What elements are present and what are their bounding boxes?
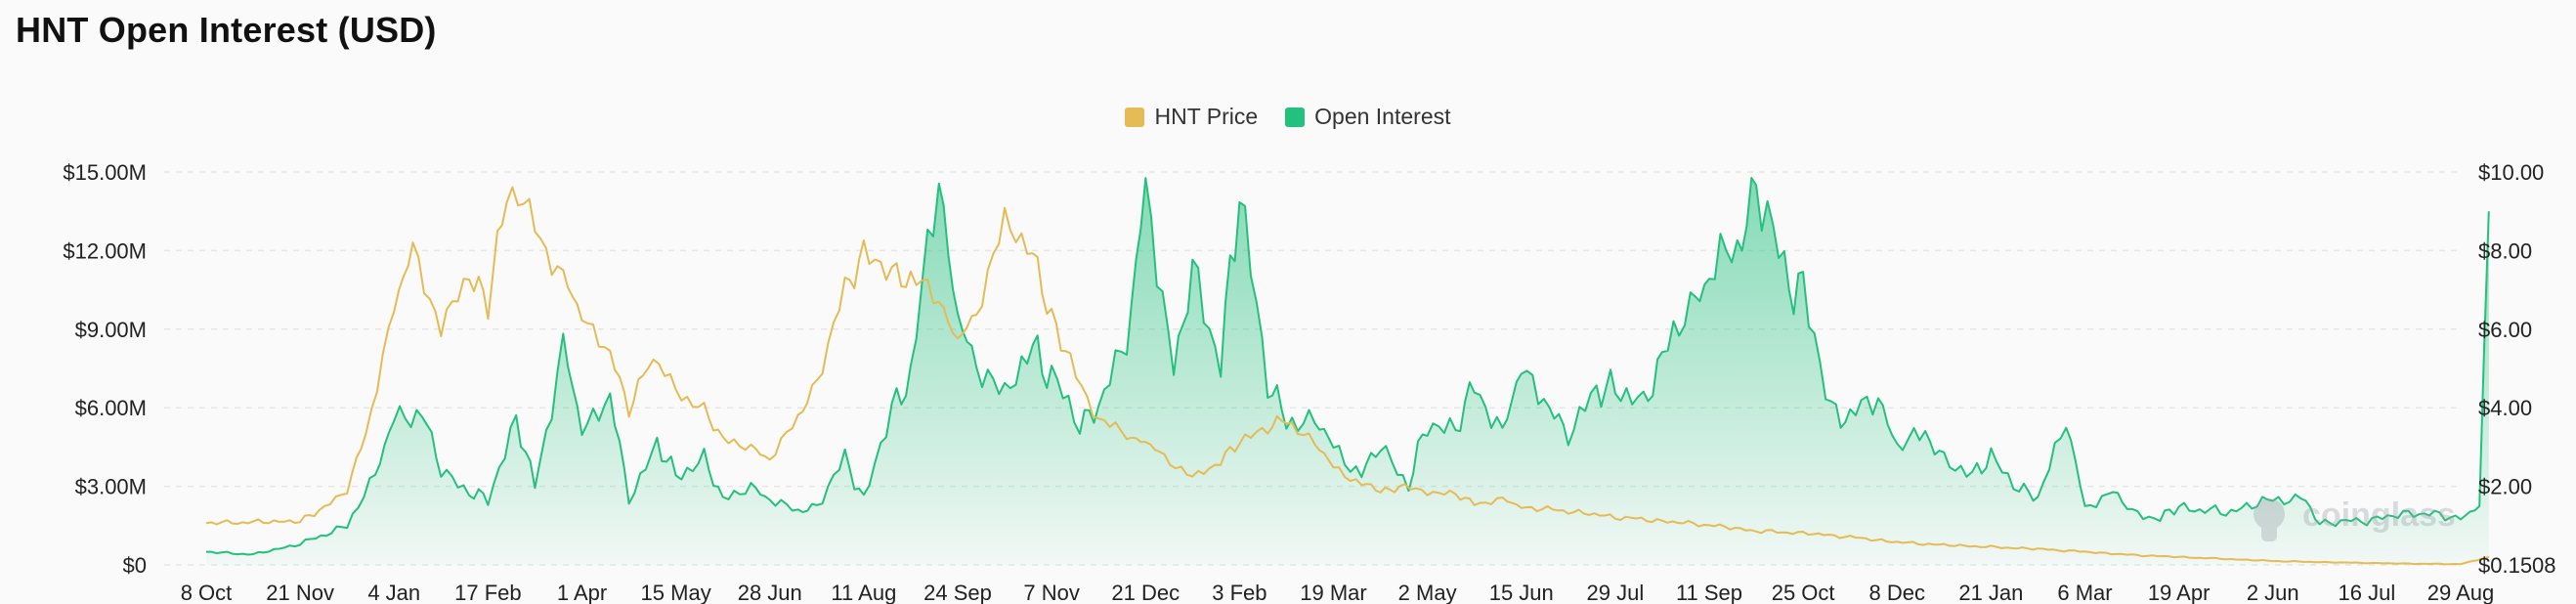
x-tick-label: 2 May: [1398, 581, 1457, 604]
y-right-tick-label: $0.1508: [2478, 553, 2556, 578]
series-open-interest-area: [206, 178, 2489, 565]
y-right-tick-label: $2.00: [2478, 475, 2532, 499]
y-right-tick-label: $10.00: [2478, 160, 2544, 185]
y-right-tick-label: $4.00: [2478, 396, 2532, 420]
x-tick-label: 29 Jul: [1587, 581, 1645, 604]
x-tick-label: 29 Aug: [2427, 581, 2495, 604]
x-tick-label: 16 Jul: [2339, 581, 2396, 604]
x-tick-label: 8 Dec: [1869, 581, 1925, 604]
y-left-tick-label: $6.00M: [75, 396, 147, 420]
x-tick-label: 24 Sep: [923, 581, 992, 604]
x-tick-label: 28 Jun: [738, 581, 802, 604]
x-tick-label: 17 Feb: [454, 581, 522, 604]
x-tick-label: 21 Dec: [1111, 581, 1180, 604]
x-tick-label: 6 Mar: [2057, 581, 2112, 604]
y-left-tick-label: $12.00M: [63, 238, 147, 263]
x-tick-label: 8 Oct: [181, 581, 233, 604]
y-left-tick-label: $3.00M: [75, 475, 147, 499]
x-tick-label: 11 Sep: [1676, 581, 1742, 604]
y-right-tick-label: $8.00: [2478, 238, 2532, 263]
y-right-tick-label: $6.00: [2478, 318, 2532, 342]
y-left-tick-label: $15.00M: [63, 160, 147, 185]
x-tick-label: 15 Jun: [1489, 581, 1554, 604]
x-tick-label: 25 Oct: [1772, 581, 1835, 604]
x-tick-label: 1 Apr: [557, 581, 607, 604]
x-tick-label: 21 Jan: [1958, 581, 2023, 604]
x-tick-label: 19 Apr: [2148, 581, 2211, 604]
x-tick-label: 11 Aug: [831, 581, 896, 604]
x-tick-label: 2 Jun: [2247, 581, 2299, 604]
watermark-text: coinglass: [2302, 496, 2456, 534]
y-left-tick-label: $9.00M: [75, 318, 147, 342]
x-tick-label: 7 Nov: [1023, 581, 1079, 604]
x-tick-label: 4 Jan: [367, 581, 420, 604]
x-tick-label: 15 May: [641, 581, 711, 604]
y-left-tick-label: $0: [123, 553, 147, 578]
chart-plot-area: coinglass $0 $0.1508 $3.00M $2.00 $6.00M $4.0…: [63, 160, 2556, 604]
x-tick-label: 3 Feb: [1212, 581, 1267, 604]
coinglass-logo-body: [2261, 524, 2277, 541]
x-tick-label: 19 Mar: [1300, 581, 1366, 604]
x-tick-label: 21 Nov: [266, 581, 334, 604]
